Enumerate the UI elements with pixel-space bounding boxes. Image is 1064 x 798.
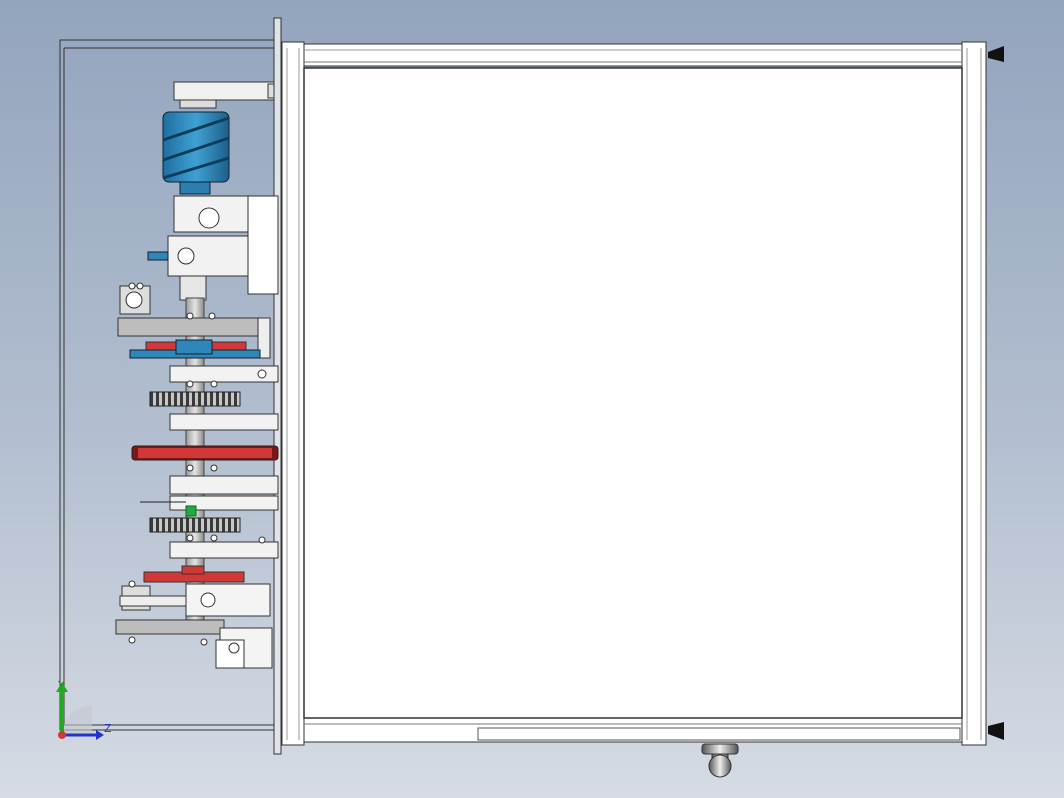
adjust-knob[interactable] bbox=[701, 743, 739, 778]
cad-viewport[interactable]: Y Z bbox=[0, 0, 1064, 798]
mounting-plate[interactable] bbox=[273, 17, 282, 755]
gear-lower[interactable] bbox=[149, 517, 241, 533]
y-axis-label: Y bbox=[57, 679, 65, 692]
z-axis-label: Z bbox=[104, 722, 112, 735]
pulley-upper[interactable] bbox=[129, 339, 261, 359]
bottom-bracket[interactable] bbox=[215, 627, 273, 669]
frame-post-left[interactable] bbox=[281, 41, 305, 746]
bracket-arm-2[interactable] bbox=[169, 413, 279, 431]
barrel-cam[interactable] bbox=[162, 111, 230, 195]
top-arm-bracket[interactable] bbox=[173, 81, 275, 109]
bearing-block[interactable] bbox=[147, 195, 279, 301]
bracket-arm-3[interactable] bbox=[169, 475, 279, 495]
foot-bottom-right[interactable] bbox=[988, 722, 1004, 740]
bracket-arm-4[interactable] bbox=[169, 541, 279, 559]
gear-upper[interactable] bbox=[149, 391, 241, 407]
frame-top-rail[interactable] bbox=[303, 43, 963, 67]
frame-bottom-rail[interactable] bbox=[303, 717, 963, 743]
frame-post-right[interactable] bbox=[961, 41, 987, 746]
enclosure-panel[interactable] bbox=[303, 67, 963, 719]
x-axis-dot bbox=[58, 731, 66, 739]
tensioner-lower[interactable] bbox=[115, 583, 271, 635]
pulley-lower[interactable] bbox=[143, 565, 245, 583]
triad-plane-icon bbox=[62, 705, 92, 735]
foot-top-right[interactable] bbox=[988, 46, 1004, 62]
bracket-arm-1[interactable] bbox=[169, 365, 279, 383]
pulley-red[interactable] bbox=[131, 445, 279, 461]
